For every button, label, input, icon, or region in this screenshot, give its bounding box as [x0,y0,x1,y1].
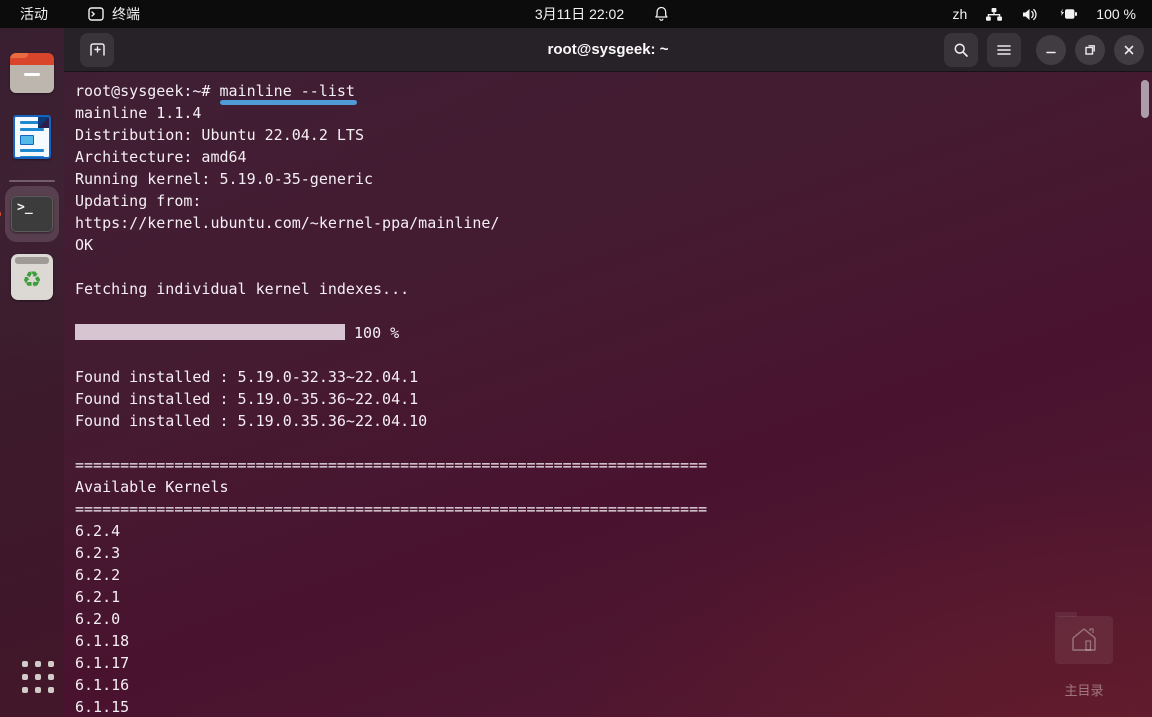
terminal-line: 6.2.0 [75,608,1132,630]
top-bar: 活动 终端 3月11日 22:02 zh 100 % [0,0,1152,28]
terminal-line: Architecture: amd64 [75,146,1132,168]
terminal-line: Found installed : 5.19.0.35.36~22.04.10 [75,410,1132,432]
battery-percent-label: 100 % [1096,6,1136,22]
maximize-restore-button[interactable] [1075,35,1105,65]
terminal-line [75,344,1132,366]
dock-separator [9,180,55,182]
terminal-line: Found installed : 5.19.0-35.36~22.04.1 [75,388,1132,410]
terminal-line [75,300,1132,322]
terminal-line: Updating from: [75,190,1132,212]
libreoffice-writer-icon [13,115,51,159]
desktop: >_ ♻ root@sysgeek: ~ [0,28,1152,717]
terminal-app-icon [88,7,104,21]
files-icon [10,53,54,93]
dock-item-libreoffice-writer[interactable] [9,114,55,160]
wired-network-icon [985,7,1003,22]
close-button[interactable] [1114,35,1144,65]
running-indicator-dot [0,211,1,218]
battery-charging-icon [1056,7,1078,21]
terminal-viewport[interactable]: 主目录 root@sysgeek:~# mainline --listmainl… [64,72,1152,717]
terminal-line: 6.2.4 [75,520,1132,542]
search-button[interactable] [944,33,978,67]
clock-button[interactable]: 3月11日 22:02 [531,0,628,28]
terminal-line: 6.1.17 [75,652,1132,674]
terminal-line: Distribution: Ubuntu 22.04.2 LTS [75,124,1132,146]
terminal-line: 6.1.16 [75,674,1132,696]
terminal-line: 6.1.18 [75,630,1132,652]
notification-bell-icon[interactable] [654,6,669,22]
terminal-line: 6.2.3 [75,542,1132,564]
typed-command: mainline --list [220,82,355,100]
dock-item-files[interactable] [9,50,55,96]
volume-icon [1021,7,1038,22]
terminal-line: 6.2.2 [75,564,1132,586]
focused-app-label: 终端 [112,4,140,24]
terminal-line [75,432,1132,454]
terminal-icon: >_ [11,196,53,232]
terminal-line: 6.1.15 [75,696,1132,717]
system-status-area[interactable]: zh 100 % [953,6,1152,22]
activities-button[interactable]: 活动 [16,0,52,28]
dock-item-trash[interactable]: ♻ [11,254,53,300]
new-tab-button[interactable] [80,33,114,67]
focused-app-menu[interactable]: 终端 [84,0,144,28]
terminal-line: mainline 1.1.4 [75,102,1132,124]
dock: >_ ♻ [0,28,64,717]
terminal-line: 6.2.1 [75,586,1132,608]
terminal-line: root@sysgeek:~# mainline --list [75,80,1132,102]
terminal-line: Running kernel: 5.19.0-35-generic [75,168,1132,190]
menu-button[interactable] [987,33,1021,67]
dock-item-terminal[interactable]: >_ [5,186,59,242]
terminal-line: 100 % [75,322,1132,344]
input-method-indicator: zh [953,6,968,22]
terminal-window: root@sysgeek: ~ [64,28,1152,717]
terminal-line [75,256,1132,278]
terminal-line: ========================================… [75,454,1132,476]
terminal-line: Fetching individual kernel indexes... [75,278,1132,300]
window-titlebar[interactable]: root@sysgeek: ~ [64,28,1152,72]
terminal-line: ========================================… [75,498,1132,520]
clock-label: 3月11日 22:02 [535,4,624,24]
progress-bar [75,324,345,340]
scrollbar-thumb[interactable] [1141,80,1149,118]
terminal-line: Found installed : 5.19.0-32.33~22.04.1 [75,366,1132,388]
trash-icon: ♻ [22,269,42,291]
terminal-line: Available Kernels [75,476,1132,498]
minimize-button[interactable] [1036,35,1066,65]
terminal-line: OK [75,234,1132,256]
activities-label: 活动 [20,4,48,24]
terminal-line: https://kernel.ubuntu.com/~kernel-ppa/ma… [75,212,1132,234]
terminal-output: root@sysgeek:~# mainline --listmainline … [75,80,1132,717]
window-title: root@sysgeek: ~ [548,41,669,58]
